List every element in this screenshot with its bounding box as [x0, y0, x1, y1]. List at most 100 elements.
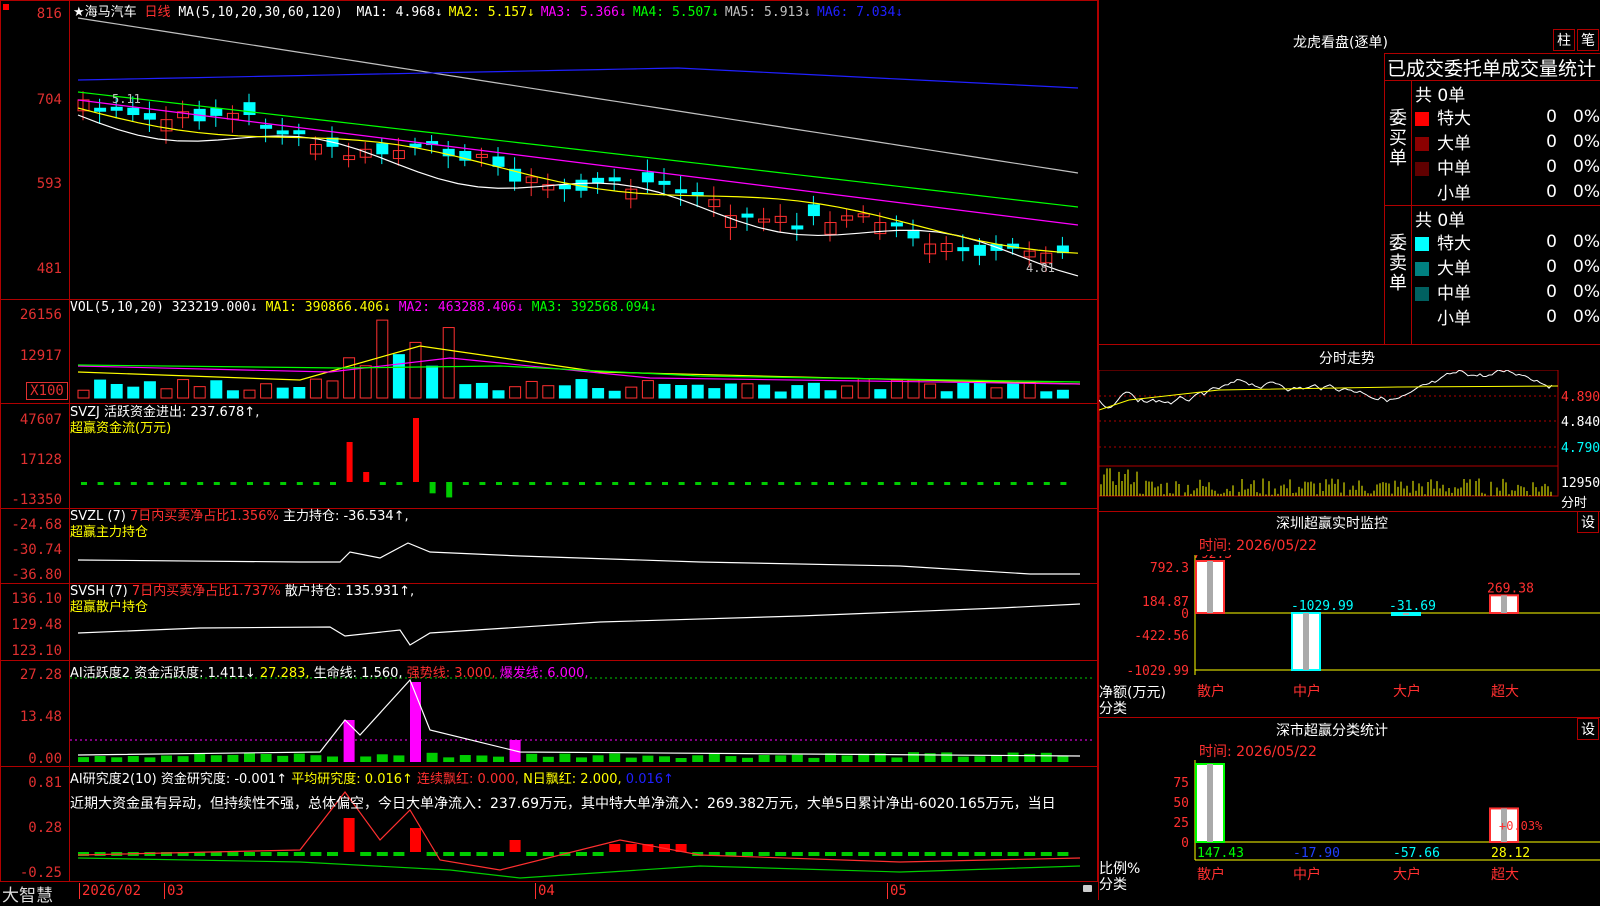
volume-bar — [127, 386, 140, 399]
stat-percent: 0% — [1573, 256, 1600, 277]
color-swatch — [1415, 287, 1429, 301]
intraday-tick-3: 4.790 — [1561, 441, 1600, 456]
ma-line-3 — [77, 99, 1079, 226]
ai-activity: 资金活跃度: 1.411↓ — [134, 666, 256, 681]
svzj-bar — [396, 482, 403, 485]
svzj-bar — [811, 482, 818, 485]
air-value-e: 0.016↑ — [625, 772, 674, 787]
svzj-bar — [977, 482, 984, 485]
air-bar — [941, 852, 953, 856]
volume-bar — [824, 390, 837, 399]
ai-bar — [459, 755, 471, 762]
svzj-bar — [280, 482, 287, 485]
vol-ma1: MA1: 390866.406↓ — [265, 300, 391, 315]
left-chart-area[interactable]: 816 704 593 481 26156 12917 X100 47607 1… — [0, 0, 1098, 906]
svzj-bar — [180, 482, 187, 485]
ai-bar — [94, 756, 106, 762]
stat-name: 特大 — [1437, 109, 1471, 129]
candle-body — [791, 225, 804, 230]
svzj-bar — [1010, 482, 1017, 485]
volume-bar — [475, 382, 488, 399]
ai-bar — [957, 756, 969, 762]
class-settings-button[interactable]: 设 — [1577, 718, 1599, 740]
candle-body — [558, 184, 571, 190]
ai-bar — [144, 757, 156, 762]
main-chart-svg[interactable]: 5.11 4.81 — [0, 0, 1098, 882]
ai-bar — [78, 757, 89, 762]
lock-icon[interactable] — [1083, 885, 1092, 892]
candle-body — [110, 106, 123, 111]
intraday-tick-1: 4.890 — [1561, 390, 1600, 405]
ai-bar — [360, 756, 372, 762]
ai-bar — [426, 752, 438, 762]
ai-bar — [609, 753, 621, 762]
color-swatch — [1415, 262, 1429, 276]
air-bar — [974, 852, 986, 856]
pen-mode-button[interactable]: 笔 — [1577, 29, 1599, 51]
air-average: 平均研究度: 0.016↑ — [291, 772, 413, 787]
air-bar — [493, 852, 504, 856]
brand-label[interactable]: 大智慧 — [2, 881, 53, 906]
stats-header: 已成交委托单成交量统计 — [1387, 58, 1597, 80]
volume-bar — [77, 389, 90, 399]
svzj-bar — [346, 442, 353, 482]
monitor-bar-shade — [1207, 561, 1213, 613]
stat-row: 特大 0 0% — [1413, 229, 1600, 254]
color-swatch — [1415, 137, 1429, 151]
stat-row: 中单 0 0% — [1413, 154, 1600, 179]
volume-bar — [94, 379, 107, 399]
ai-lifeline: 生命线: 1.560, — [313, 666, 403, 681]
stat-percent: 0% — [1573, 181, 1600, 202]
volume-bar — [841, 385, 854, 399]
candle-body — [94, 107, 107, 112]
air-bar — [376, 852, 388, 856]
volume-bar — [359, 365, 372, 399]
air-bar — [742, 852, 753, 856]
air-bar — [1007, 852, 1019, 856]
monitor-category: 大户 — [1393, 683, 1421, 700]
ai-bar — [625, 757, 637, 762]
volume-bar — [143, 381, 156, 399]
stat-count: 0 — [1546, 256, 1557, 277]
air-bar — [459, 852, 471, 856]
ai-bar — [194, 753, 206, 762]
volume-bar — [177, 379, 190, 399]
ai-value-b: 27.283, — [259, 666, 310, 681]
volume-bar — [426, 365, 439, 399]
intraday-vol-label: 分时 — [1561, 496, 1588, 511]
ai-bar — [111, 757, 123, 762]
ai-bar — [559, 753, 571, 762]
air-bar — [991, 852, 1002, 856]
monitor-category: 超大 — [1491, 684, 1519, 700]
intraday-chart[interactable] — [1099, 370, 1600, 510]
class-category: 超大 — [1491, 867, 1519, 883]
ai-life-line — [77, 678, 1081, 757]
air-bar — [410, 828, 421, 852]
svzj-bar — [379, 482, 386, 485]
svzj-bar — [197, 482, 204, 485]
volume-bar — [890, 379, 903, 399]
svzj-bar — [496, 482, 502, 485]
svzl-desc: 7日内买卖净占比1.356% — [129, 509, 279, 524]
bar-mode-button[interactable]: 柱 — [1553, 29, 1575, 51]
candle-body — [608, 177, 621, 182]
air-header: AI研究度2(10) 资金研究度: -0.001↑ 平均研究度: 0.016↑ … — [70, 768, 1094, 825]
volume-bar — [509, 386, 522, 399]
svzj-bar — [678, 482, 685, 485]
candle-body — [260, 124, 273, 129]
air-bar — [277, 852, 289, 856]
air-bar — [758, 852, 770, 856]
volume-bar — [957, 382, 970, 399]
monitor-settings-button[interactable]: 设 — [1577, 511, 1599, 533]
right-panel: 龙虎看盘(逐单) 柱 笔 已成交委托单成交量统计 委买单 委卖单 共 0单 共 … — [1098, 0, 1600, 900]
sell-label: 委卖单 — [1389, 233, 1407, 294]
air-bar — [825, 852, 836, 856]
svzj-bar — [612, 482, 619, 485]
svzj-bar — [1027, 482, 1034, 485]
monitor-chart[interactable]: 792.3184.870-422.56-1029.99792.3散户-1029.… — [1099, 555, 1600, 715]
ai-bar — [210, 755, 222, 762]
low-price-note: 4.81 — [1026, 261, 1055, 275]
volume-bar — [940, 391, 953, 399]
volume-bar — [990, 387, 1003, 399]
svsh-hold: 散户持仓: 135.931↑, — [284, 584, 415, 599]
